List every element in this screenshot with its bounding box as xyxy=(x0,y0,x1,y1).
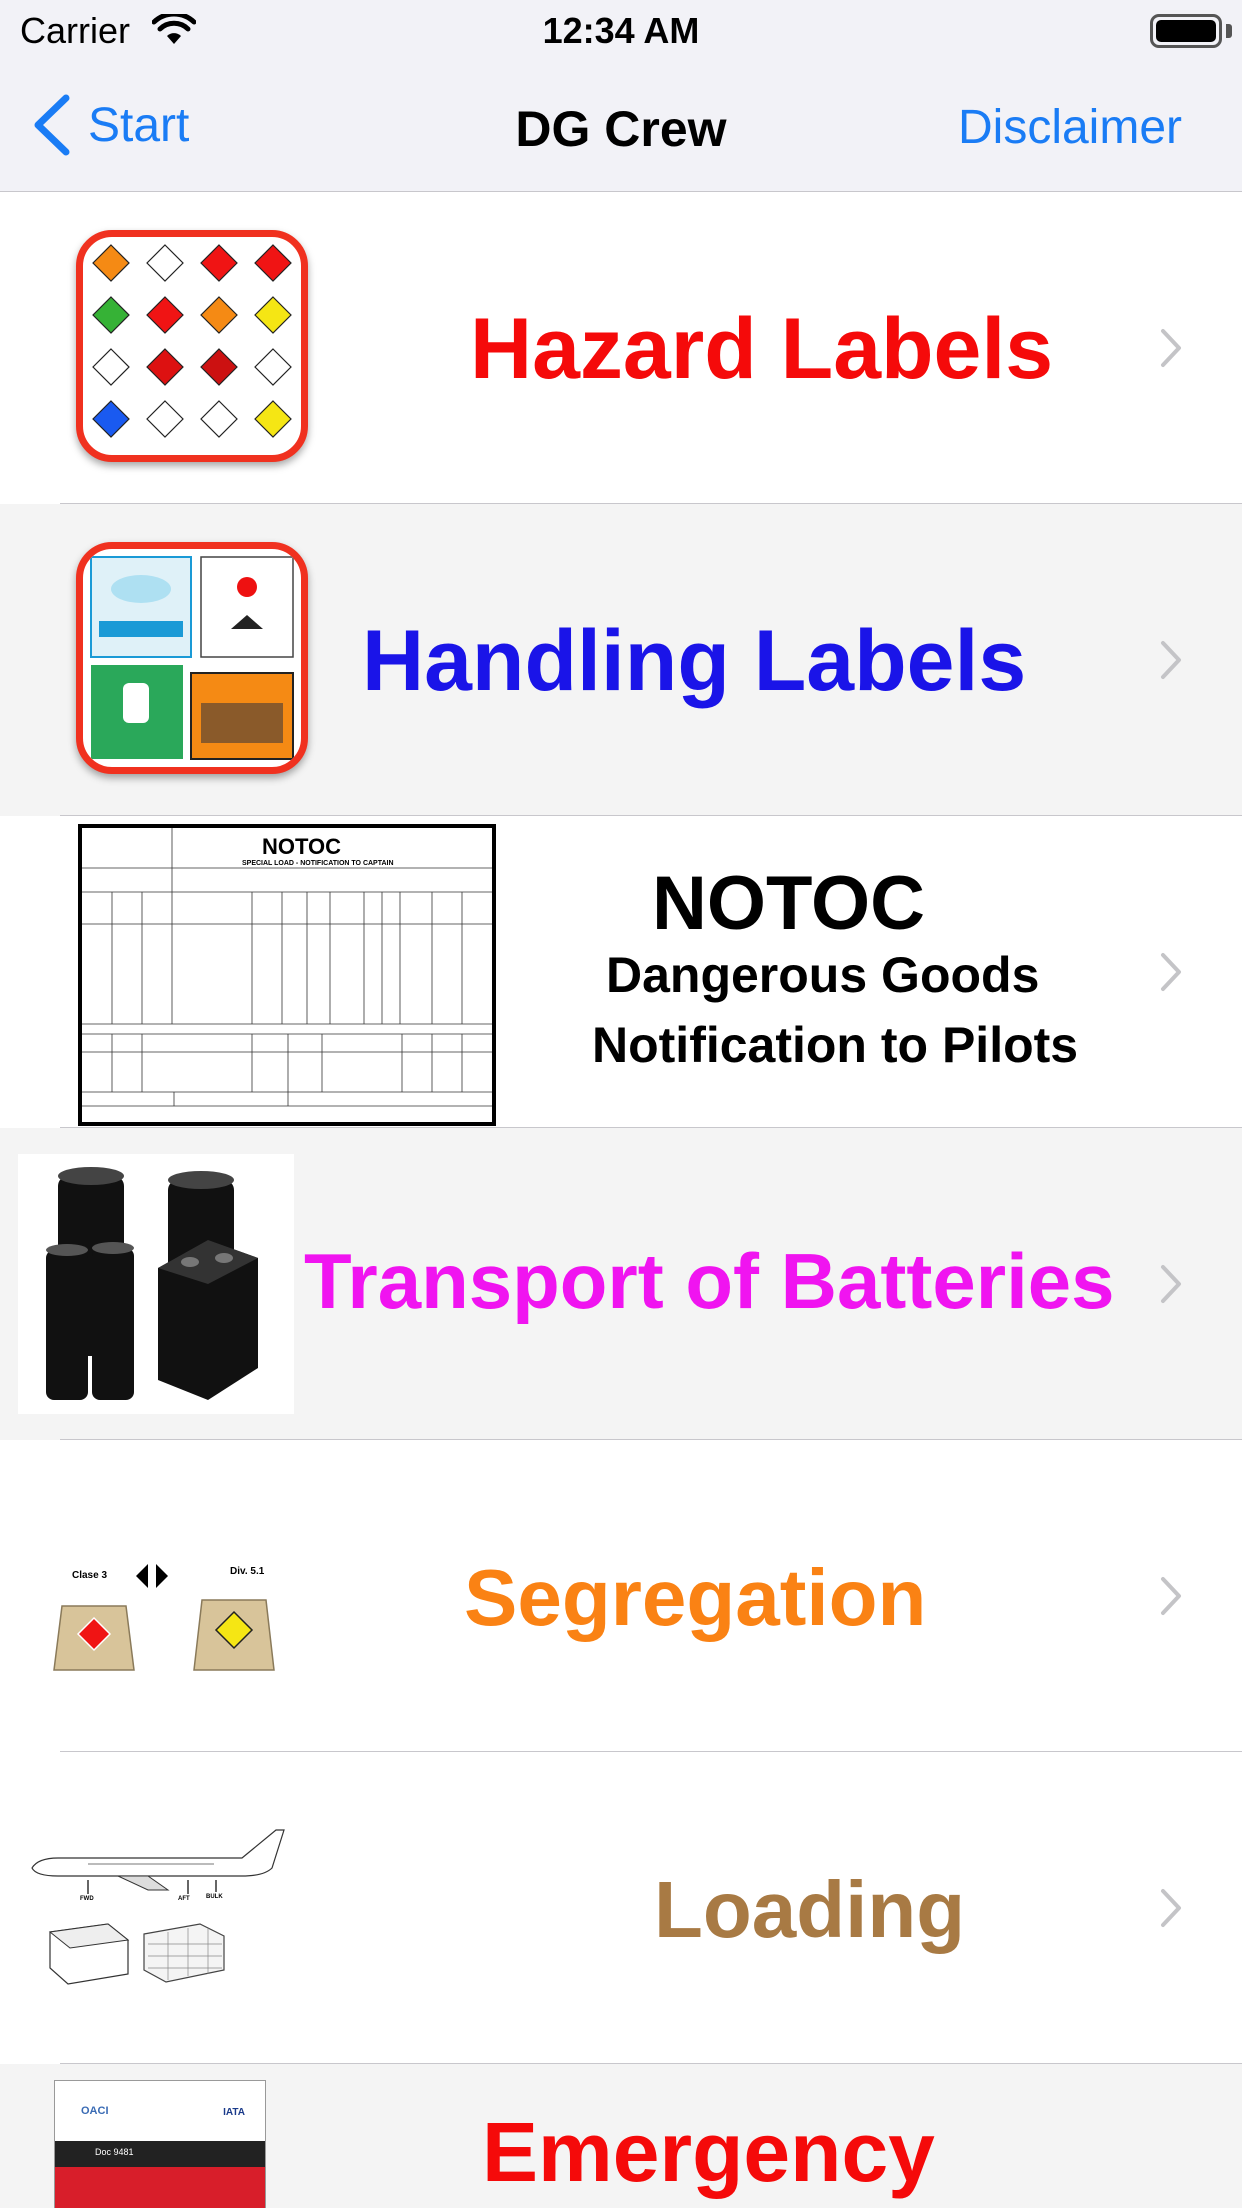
disclosure-chevron-icon xyxy=(1161,953,1181,991)
disclosure-chevron-icon xyxy=(1161,1265,1181,1303)
row-label-handling-labels: Handling Labels xyxy=(362,613,1027,709)
row-label-segregation: Segregation xyxy=(464,1553,927,1642)
disclaimer-button[interactable]: Disclaimer xyxy=(958,100,1182,155)
emergency-doc-thumbnail: OACI IATA Doc 9481 xyxy=(54,2080,266,2208)
row-transport-of-batteries[interactable]: Transport of Batteries xyxy=(0,1128,1242,1440)
row-label-loading: Loading xyxy=(654,1865,966,1954)
segregation-thumbnail: Clase 3 Div. 5.1 xyxy=(44,1560,314,1680)
back-chevron-icon xyxy=(34,94,70,156)
navigation-bar: Start DG Crew Disclaimer xyxy=(0,62,1242,192)
handling-labels-thumbnail xyxy=(76,542,308,774)
row-notoc[interactable]: NOTOC SPECIAL LOAD - NOTIFICATION TO CAP… xyxy=(0,816,1242,1128)
disclosure-chevron-icon xyxy=(1161,1889,1181,1927)
battery-icon xyxy=(1150,14,1222,48)
loading-thumbnail: FWD AFT BULK xyxy=(28,1824,288,2004)
emergency-doc-org-right: IATA xyxy=(223,2107,245,2118)
emergency-doc-banner xyxy=(55,2167,265,2208)
segregation-icon xyxy=(53,1564,275,1671)
batteries-icon xyxy=(46,1167,258,1400)
row-handling-labels[interactable]: Handling Labels xyxy=(0,504,1242,816)
row-label-notoc-line1: Dangerous Goods xyxy=(606,947,1040,1003)
row-label-transport-of-batteries: Transport of Batteries xyxy=(304,1237,1115,1325)
row-label-hazard-labels: Hazard Labels xyxy=(470,301,1054,397)
battery-cap xyxy=(1226,24,1232,38)
row-label-notoc-title: NOTOC xyxy=(652,861,926,946)
batteries-thumbnail xyxy=(18,1154,294,1414)
disclosure-chevron-icon xyxy=(1161,1577,1181,1615)
handling-labels-icon xyxy=(90,556,294,760)
row-loading[interactable]: FWD AFT BULK Loading xyxy=(0,1752,1242,2064)
row-label-notoc-line2: Notification to Pilots xyxy=(592,1017,1079,1073)
notoc-form-thumbnail: NOTOC SPECIAL LOAD - NOTIFICATION TO CAP… xyxy=(78,824,496,1126)
status-bar: Carrier 12:34 AM xyxy=(0,0,1242,62)
emergency-doc-org-left: OACI xyxy=(81,2105,109,2117)
notoc-form-grid xyxy=(82,828,492,1107)
back-button[interactable]: Start xyxy=(30,90,189,160)
back-button-label: Start xyxy=(88,98,190,152)
row-emergency[interactable]: OACI IATA Doc 9481 Emergency xyxy=(0,2064,1242,2208)
row-label-emergency: Emergency xyxy=(482,2105,935,2199)
status-time: 12:34 AM xyxy=(542,10,700,51)
disclosure-chevron-icon xyxy=(1161,329,1181,367)
disclosure-chevron-icon xyxy=(1161,641,1181,679)
hazard-diamonds-icon xyxy=(92,244,292,438)
emergency-doc-code: Doc 9481 xyxy=(95,2147,134,2157)
hazard-labels-thumbnail xyxy=(76,230,308,462)
row-hazard-labels[interactable]: Hazard Labels xyxy=(0,192,1242,504)
row-segregation[interactable]: Clase 3 Div. 5.1 Segregation xyxy=(0,1440,1242,1752)
loading-aircraft-icon xyxy=(31,1829,285,1985)
